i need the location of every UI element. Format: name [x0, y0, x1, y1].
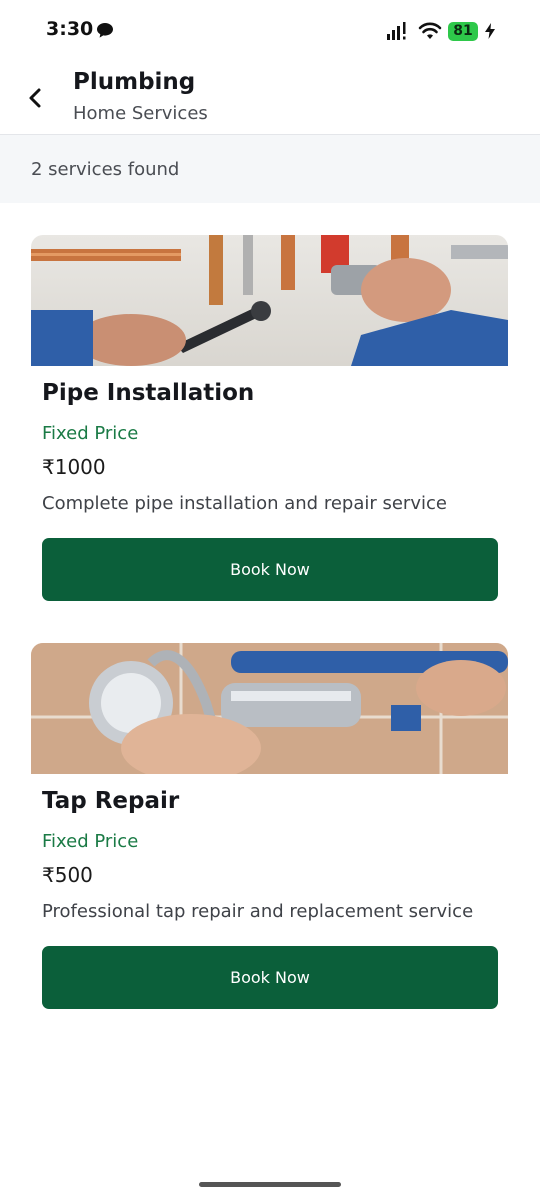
status-icons: 81 — [386, 19, 496, 43]
service-image — [31, 643, 508, 774]
service-description: Complete pipe installation and repair se… — [42, 493, 447, 514]
app-header: Plumbing Home Services — [0, 60, 540, 135]
book-now-button[interactable]: Book Now — [42, 946, 498, 1009]
service-price-type: Fixed Price — [42, 423, 139, 444]
status-bar: 3:30 81 — [0, 0, 540, 60]
service-card: Tap Repair Fixed Price ₹500 Professional… — [31, 643, 508, 1009]
battery-level: 81 — [448, 21, 478, 41]
service-description: Professional tap repair and replacement … — [42, 901, 474, 922]
page-title: Plumbing — [73, 69, 196, 95]
status-time: 3:30 — [46, 18, 94, 40]
page-subtitle: Home Services — [73, 103, 208, 124]
wifi-icon — [418, 22, 442, 39]
service-image — [31, 235, 508, 366]
service-price: ₹1000 — [42, 455, 106, 479]
service-price: ₹500 — [42, 863, 93, 887]
service-card: Pipe Installation Fixed Price ₹1000 Comp… — [31, 235, 508, 601]
results-bar: 2 services found — [0, 135, 540, 203]
charging-icon — [485, 23, 495, 39]
book-now-button[interactable]: Book Now — [42, 538, 498, 601]
message-icon — [97, 23, 113, 38]
signal-icon — [387, 22, 406, 40]
results-count: 2 services found — [31, 159, 180, 180]
chevron-left-icon — [29, 88, 41, 108]
service-name: Pipe Installation — [42, 380, 255, 406]
battery-icon: 81 — [448, 21, 478, 41]
service-price-type: Fixed Price — [42, 831, 139, 852]
home-indicator[interactable] — [199, 1182, 341, 1187]
back-button[interactable] — [22, 84, 50, 112]
service-name: Tap Repair — [42, 788, 180, 814]
